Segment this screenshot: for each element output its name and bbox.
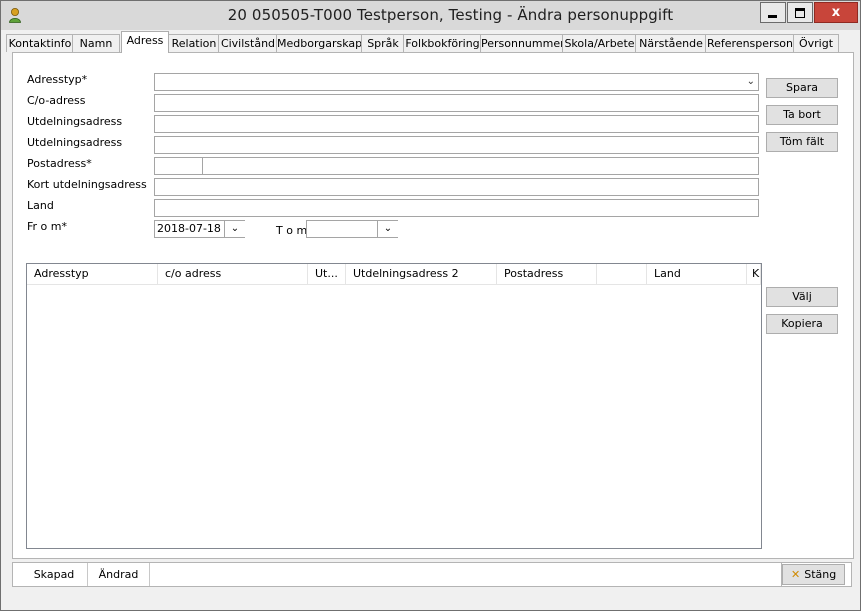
tab-kontaktinfo[interactable]: Kontaktinfo bbox=[6, 34, 74, 52]
chevron-down-icon[interactable]: ⌄ bbox=[224, 221, 245, 237]
window-title: 20 050505-T000 Testperson, Testing - Änd… bbox=[227, 6, 674, 24]
from-date-value: 2018-07-18 bbox=[157, 222, 221, 235]
co-adress-label: C/o-adress bbox=[27, 94, 86, 107]
postnummer-field[interactable] bbox=[154, 157, 203, 175]
close-icon: x bbox=[831, 5, 841, 20]
title-bar[interactable]: 20 050505-T000 Testperson, Testing - Änd… bbox=[1, 1, 860, 30]
chevron-down-icon[interactable]: ⌄ bbox=[377, 221, 398, 237]
valj-button[interactable]: Välj bbox=[766, 287, 838, 307]
adresstyp-select[interactable]: ⌄ bbox=[154, 73, 759, 91]
address-grid[interactable]: Adresstyp c/o adress Ut... Utdelningsadr… bbox=[26, 263, 762, 549]
stang-button[interactable]: ✕ Stäng bbox=[782, 564, 845, 585]
tab-relation[interactable]: Relation bbox=[168, 34, 220, 52]
column-header-blank[interactable] bbox=[597, 264, 647, 284]
tab-adress[interactable]: Adress bbox=[121, 31, 169, 53]
tab-folkbokforing[interactable]: Folkbokföring bbox=[403, 34, 482, 52]
utdelningsadress-2-field[interactable] bbox=[154, 136, 759, 154]
column-header-postadress[interactable]: Postadress bbox=[497, 264, 597, 284]
utdelningsadress-1-field[interactable] bbox=[154, 115, 759, 133]
column-header-land[interactable]: Land bbox=[647, 264, 747, 284]
kort-utdelningsadress-field[interactable] bbox=[154, 178, 759, 196]
utdelningsadress-2-label: Utdelningsadress bbox=[27, 136, 123, 149]
tab-medborgarskap[interactable]: Medborgarskap bbox=[276, 34, 363, 52]
land-field[interactable] bbox=[154, 199, 759, 217]
maximize-icon bbox=[795, 8, 805, 18]
tab-personnummer[interactable]: Personnummer bbox=[480, 34, 565, 52]
column-header-utdelningsadress[interactable]: Ut... bbox=[308, 264, 346, 284]
column-header-co-adress[interactable]: c/o adress bbox=[158, 264, 308, 284]
skapad-label: Skapad bbox=[21, 563, 88, 586]
postort-field[interactable] bbox=[202, 157, 759, 175]
status-info bbox=[150, 563, 782, 586]
column-header-utdelningsadress-2[interactable]: Utdelningsadress 2 bbox=[346, 264, 497, 284]
status-bar: Skapad Ändrad bbox=[12, 562, 852, 587]
close-window-button[interactable]: x bbox=[814, 2, 858, 23]
chevron-down-icon: ⌄ bbox=[746, 76, 755, 87]
kopiera-button[interactable]: Kopiera bbox=[766, 314, 838, 334]
to-date-label: T o m bbox=[276, 224, 308, 237]
to-date-picker[interactable]: ⌄ bbox=[306, 220, 398, 238]
utdelningsadress-1-label: Utdelningsadress bbox=[27, 115, 123, 128]
ta-bort-button[interactable]: Ta bort bbox=[766, 105, 838, 125]
tab-ovrigt[interactable]: Övrigt bbox=[793, 34, 839, 52]
kort-utdelningsadress-label: Kort utdelningsadress bbox=[27, 178, 147, 191]
column-header-adresstyp[interactable]: Adresstyp bbox=[27, 264, 158, 284]
spara-button[interactable]: Spara bbox=[766, 78, 838, 98]
from-date-label: Fr o m* bbox=[27, 220, 67, 233]
dialog-window: 20 050505-T000 Testperson, Testing - Änd… bbox=[0, 0, 861, 611]
land-label: Land bbox=[27, 199, 54, 212]
minimize-button[interactable] bbox=[760, 2, 786, 23]
minimize-icon bbox=[768, 15, 777, 18]
column-header-k[interactable]: K bbox=[747, 264, 761, 284]
tab-skola-arbete[interactable]: Skola/Arbete bbox=[562, 34, 637, 52]
postadress-label: Postadress* bbox=[27, 157, 92, 170]
co-adress-field[interactable] bbox=[154, 94, 759, 112]
tab-sprak[interactable]: Språk bbox=[361, 34, 405, 52]
tab-narstaende[interactable]: Närstående bbox=[635, 34, 707, 52]
tab-referensperson[interactable]: Referensperson bbox=[705, 34, 795, 52]
tab-namn[interactable]: Namn bbox=[72, 34, 120, 52]
andrad-label: Ändrad bbox=[88, 563, 150, 586]
tab-civilstand[interactable]: Civilstånd bbox=[218, 34, 278, 52]
from-date-picker[interactable]: 2018-07-18 ⌄ bbox=[154, 220, 245, 238]
tom-falt-button[interactable]: Töm fält bbox=[766, 132, 838, 152]
stang-label: Stäng bbox=[804, 568, 837, 581]
maximize-button[interactable] bbox=[787, 2, 813, 23]
adresstyp-label: Adresstyp* bbox=[27, 73, 88, 86]
grid-header: Adresstyp c/o adress Ut... Utdelningsadr… bbox=[27, 264, 761, 285]
close-icon: ✕ bbox=[791, 568, 801, 581]
